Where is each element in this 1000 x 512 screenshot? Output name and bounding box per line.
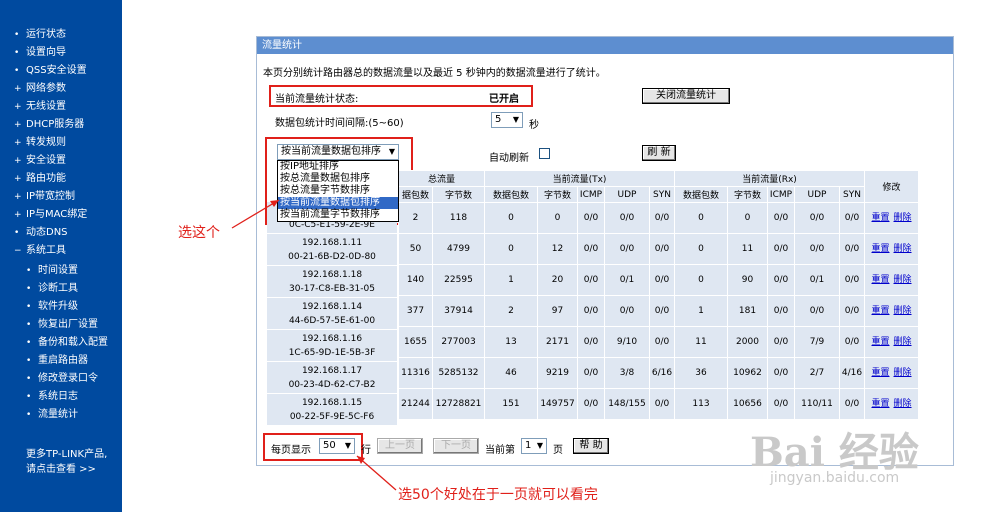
arrowhead-icon [270, 200, 279, 207]
arrowhead-icon [357, 456, 365, 464]
arrow-to-sort-option [231, 199, 280, 229]
baidu-watermark-url: jingyan.baidu.com [770, 470, 900, 486]
